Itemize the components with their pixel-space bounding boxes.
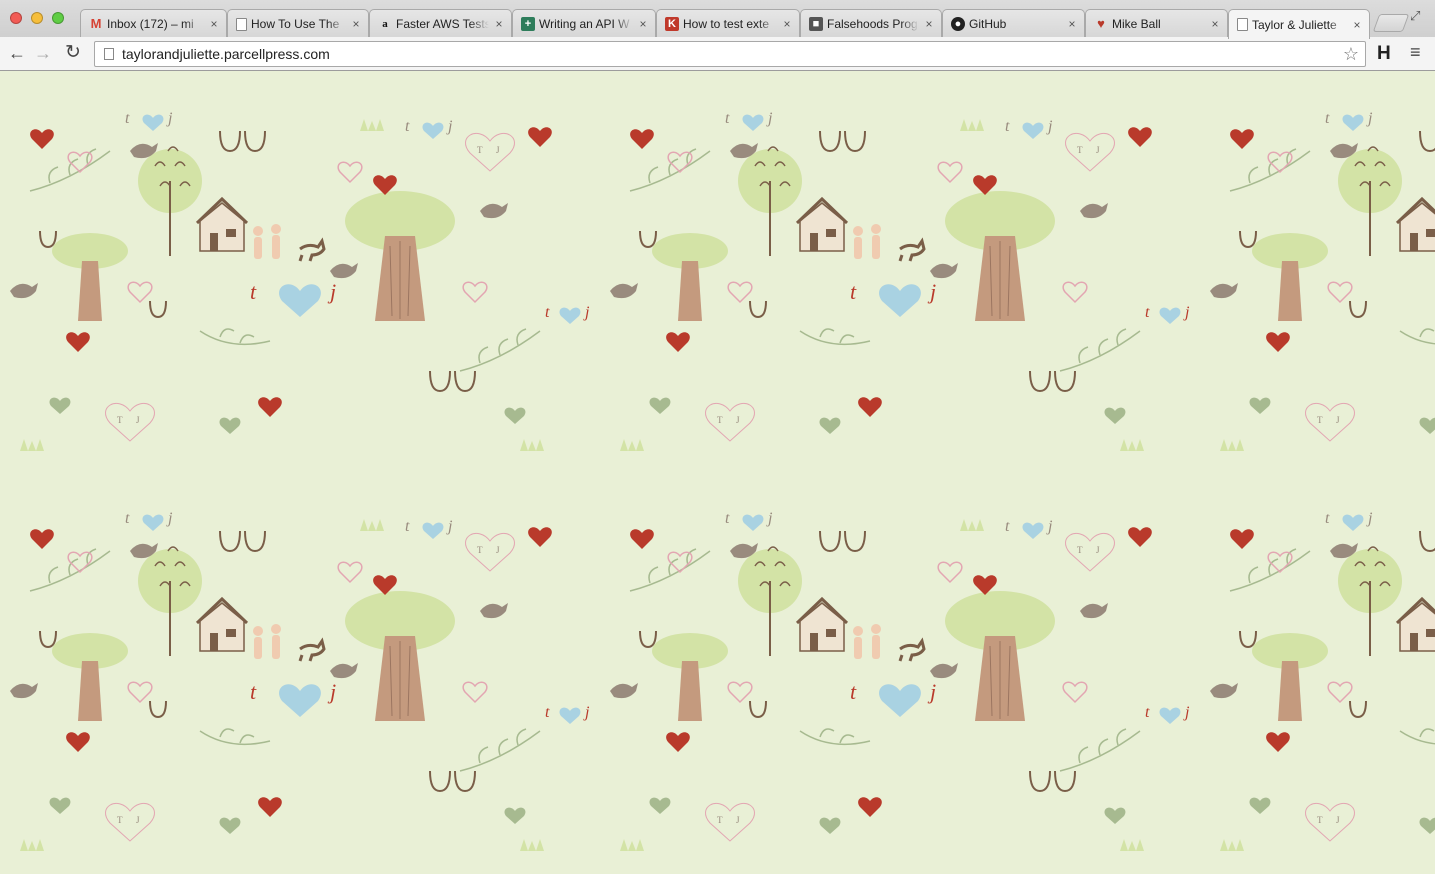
gmail-icon: M [90, 16, 102, 31]
red-site-icon: K [665, 17, 679, 31]
fullscreen-icon[interactable]: ⤢ [1410, 8, 1420, 24]
browser-tab[interactable]: ● GitHub × [942, 9, 1085, 38]
window-close-button[interactable] [10, 12, 22, 24]
forward-button[interactable]: → [32, 42, 54, 64]
pattern-fill [0, 71, 1435, 874]
tab-title: Inbox (172) – mi [107, 17, 194, 31]
browser-tab[interactable]: Taylor & Juliette × [1228, 9, 1370, 39]
tab-title: Falsehoods Progr [827, 17, 919, 31]
tab-close-icon[interactable]: × [781, 17, 793, 31]
browser-tab[interactable]: ■ Falsehoods Progr × [800, 9, 942, 38]
tab-title: Writing an API W [539, 17, 630, 31]
reload-button[interactable]: ↻ [62, 42, 84, 64]
tab-close-icon[interactable]: × [350, 17, 362, 31]
chrome-menu-button[interactable]: ≡ [1410, 42, 1421, 63]
wallpaper-pattern: t j t j t j t j T J T [0, 71, 1435, 874]
browser-tab[interactable]: How To Use The × [227, 9, 369, 38]
dark-site-icon: ■ [809, 17, 823, 31]
window-zoom-button[interactable] [52, 12, 64, 24]
new-tab-button[interactable] [1372, 14, 1410, 32]
tab-title: How to test exte [683, 17, 770, 31]
back-button[interactable]: ← [6, 42, 28, 64]
browser-toolbar: ← → ↻ taylorandjuliette.parcellpress.com… [0, 37, 1435, 71]
browser-tab[interactable]: ♥ Mike Ball × [1085, 9, 1228, 38]
tab-close-icon[interactable]: × [637, 17, 649, 31]
tab-close-icon[interactable]: × [1066, 17, 1078, 31]
amazon-icon: a [382, 18, 388, 30]
window-minimize-button[interactable] [31, 12, 43, 24]
tab-title: Mike Ball [1112, 17, 1161, 31]
tab-title: Taylor & Juliette [1252, 17, 1337, 32]
tab-close-icon[interactable]: × [493, 17, 505, 31]
extension-h-button[interactable]: H [1377, 43, 1391, 65]
tab-title: Faster AWS Tests [396, 17, 489, 31]
bookmark-star-icon[interactable]: ☆ [1343, 44, 1359, 65]
tab-close-icon[interactable]: × [1351, 18, 1363, 32]
address-bar[interactable]: taylorandjuliette.parcellpress.com ☆ [94, 41, 1366, 67]
page-icon [104, 48, 114, 60]
document-icon [236, 17, 247, 31]
heart-site-icon: ♥ [1097, 16, 1105, 31]
green-cross-icon: + [521, 17, 535, 31]
tab-close-icon[interactable]: × [208, 17, 220, 31]
tab-close-icon[interactable]: × [1209, 17, 1221, 31]
browser-tab[interactable]: M Inbox (172) – mi × [80, 9, 227, 38]
browser-tab[interactable]: K How to test exte × [656, 9, 800, 38]
document-icon [1237, 18, 1248, 31]
browser-tab[interactable]: a Faster AWS Tests × [369, 9, 512, 38]
page-content: t j t j t j t j T J T [0, 71, 1435, 874]
tab-title: How To Use The [251, 17, 340, 31]
tab-title: GitHub [969, 17, 1007, 31]
tab-strip: M Inbox (172) – mi × How To Use The × a Faster… [0, 0, 1435, 39]
url-text[interactable]: taylorandjuliette.parcellpress.com [122, 46, 1343, 62]
github-icon: ● [951, 17, 965, 31]
browser-tab[interactable]: + Writing an API W × [512, 9, 656, 38]
tab-close-icon[interactable]: × [923, 17, 935, 31]
